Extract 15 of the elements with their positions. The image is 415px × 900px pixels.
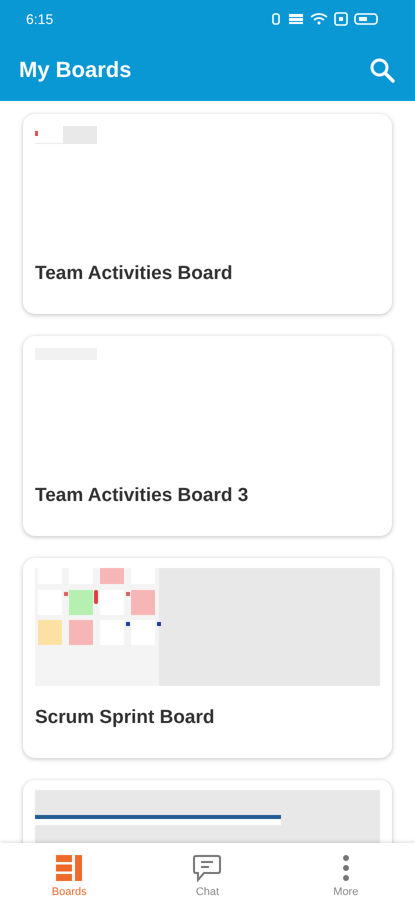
boards-icon bbox=[55, 854, 84, 882]
nav-tab[interactable]: Chat bbox=[138, 843, 277, 900]
board-title: Team Activities Board 3 bbox=[35, 485, 250, 507]
board-card[interactable]: Scrum Sprint Board bbox=[23, 558, 392, 758]
more-icon bbox=[340, 854, 351, 882]
nav-tab[interactable]: More bbox=[276, 843, 415, 900]
chat-icon bbox=[192, 854, 222, 882]
status-time: 6:15 bbox=[26, 11, 54, 27]
board-card[interactable]: Team Activities Board 3 bbox=[23, 336, 392, 536]
board-thumbnail-drawing bbox=[35, 126, 97, 144]
board-card[interactable]: Team Activities Board bbox=[23, 114, 392, 314]
board-title: Scrum Sprint Board bbox=[35, 707, 216, 729]
app-title: My Boards bbox=[19, 56, 132, 82]
board-title: Team Activities Board bbox=[35, 263, 234, 285]
search-icon[interactable] bbox=[369, 56, 395, 82]
